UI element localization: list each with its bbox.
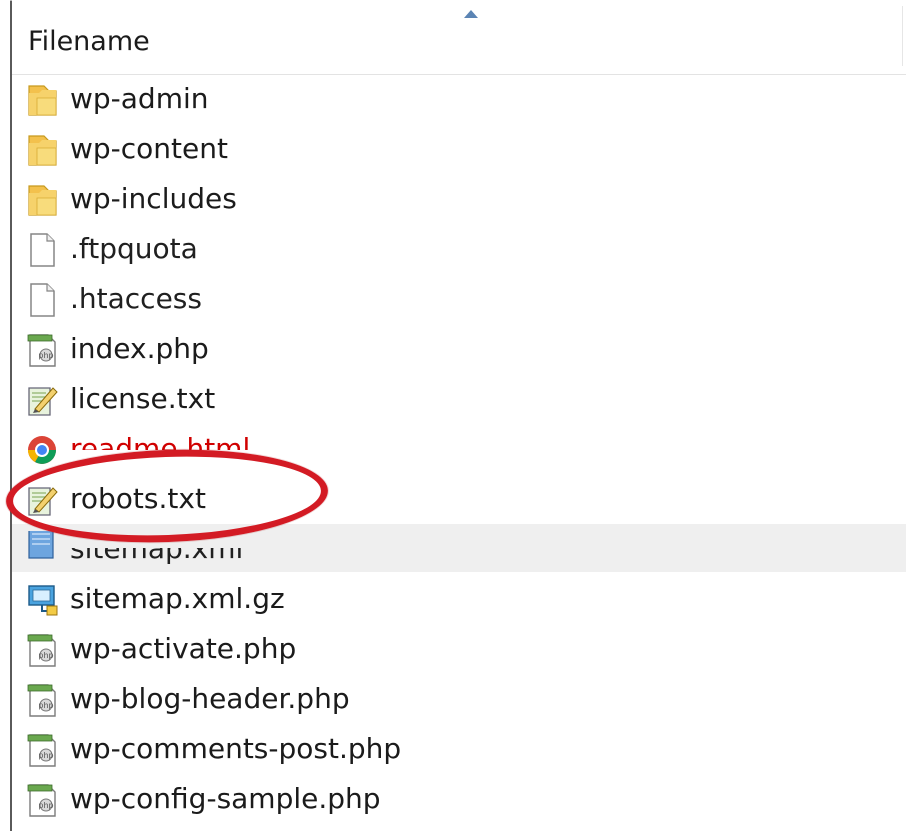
list-item-htaccess[interactable]: .htaccess	[12, 274, 906, 324]
list-item-wp-comments-post-php[interactable]: php wp-comments-post.php	[12, 724, 906, 774]
svg-text:php: php	[38, 351, 53, 360]
folder-icon	[22, 81, 62, 119]
list-item-license-txt[interactable]: license.txt	[12, 374, 906, 424]
column-divider	[902, 6, 903, 66]
list-item-wp-config-sample-php[interactable]: php wp-config-sample.php	[12, 774, 906, 824]
file-name: wp-config-sample.php	[70, 782, 381, 815]
file-name: readme.html	[70, 432, 251, 465]
file-name: sitemap.xml.gz	[70, 582, 285, 615]
file-icon	[22, 281, 62, 319]
xml-file-icon	[22, 531, 62, 569]
chrome-html-icon	[22, 431, 62, 469]
list-item-wp-includes[interactable]: wp-includes	[12, 174, 906, 224]
file-name: wp-admin	[70, 82, 209, 115]
php-file-icon: php	[22, 681, 62, 719]
column-header-label[interactable]: Filename	[28, 26, 150, 57]
svg-text:php: php	[38, 701, 53, 710]
file-name: wp-blog-header.php	[70, 682, 350, 715]
file-name: sitemap.xml	[70, 532, 244, 565]
file-name: .htaccess	[70, 282, 202, 315]
svg-text:php: php	[38, 751, 53, 760]
file-browser-panel: Filename wp-admin wp-content wp-includes…	[0, 0, 906, 831]
archive-file-icon	[22, 581, 62, 619]
list-item-sitemap-xml-gz[interactable]: sitemap.xml.gz	[12, 574, 906, 624]
list-item-sitemap-xml[interactable]: sitemap.xml	[12, 524, 906, 572]
list-item-robots-txt[interactable]: robots.txt	[12, 474, 906, 524]
svg-text:php: php	[38, 651, 53, 660]
file-name: license.txt	[70, 382, 216, 415]
text-file-icon	[22, 481, 62, 519]
list-item-wp-activate-php[interactable]: php wp-activate.php	[12, 624, 906, 674]
list-item-index-php[interactable]: php index.php	[12, 324, 906, 374]
file-name: index.php	[70, 332, 209, 365]
file-name: wp-includes	[70, 182, 237, 215]
php-file-icon: php	[22, 331, 62, 369]
file-name: wp-content	[70, 132, 228, 165]
sort-ascending-icon[interactable]	[464, 10, 478, 18]
file-name: wp-comments-post.php	[70, 732, 402, 765]
list-item-wp-admin[interactable]: wp-admin	[12, 74, 906, 124]
php-file-icon: php	[22, 631, 62, 669]
file-name: wp-activate.php	[70, 632, 297, 665]
file-icon	[22, 231, 62, 269]
text-file-icon	[22, 381, 62, 419]
file-name: robots.txt	[70, 482, 206, 515]
folder-icon	[22, 131, 62, 169]
list-item-wp-content[interactable]: wp-content	[12, 124, 906, 174]
php-file-icon: php	[22, 781, 62, 819]
php-file-icon: php	[22, 731, 62, 769]
list-item-readme-html[interactable]: readme.html	[12, 424, 906, 474]
list-item-ftpquota[interactable]: .ftpquota	[12, 224, 906, 274]
filename-column-header[interactable]: Filename	[12, 0, 906, 75]
file-name: .ftpquota	[70, 232, 198, 265]
list-item-wp-blog-header-php[interactable]: php wp-blog-header.php	[12, 674, 906, 724]
folder-icon	[22, 181, 62, 219]
svg-text:php: php	[38, 801, 53, 810]
